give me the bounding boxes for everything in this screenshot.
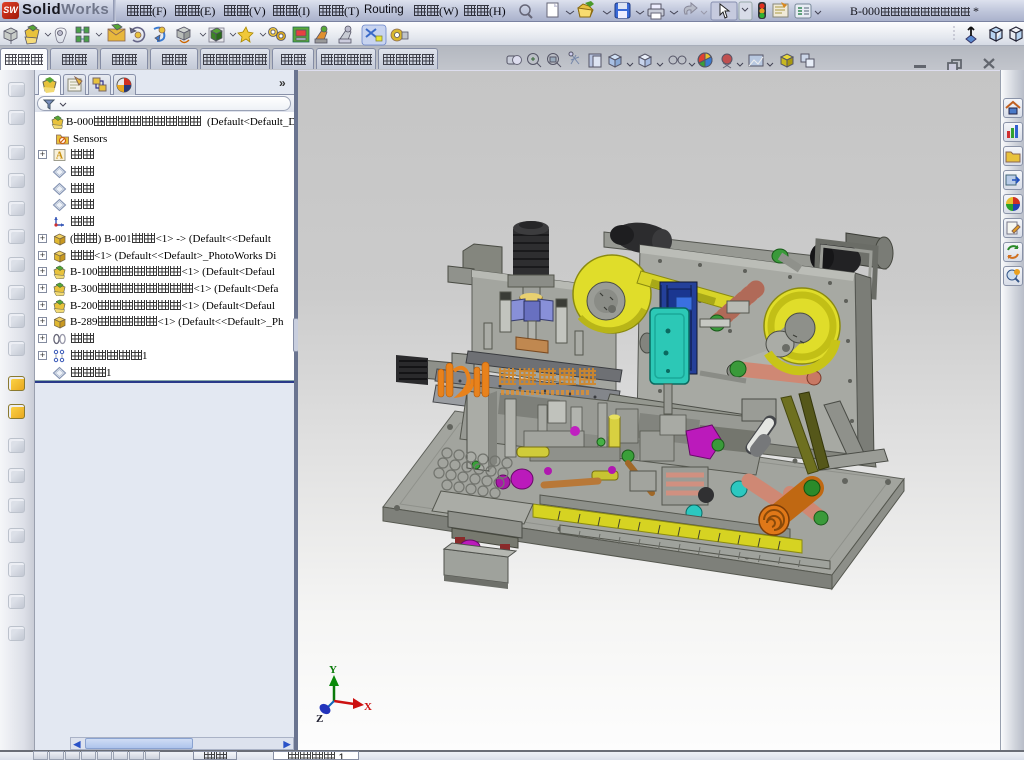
svg-text:Z: Z — [316, 713, 323, 725]
svg-text:X: X — [364, 701, 372, 713]
svg-text:Y: Y — [329, 664, 337, 676]
svg-text:A: A — [56, 151, 64, 162]
